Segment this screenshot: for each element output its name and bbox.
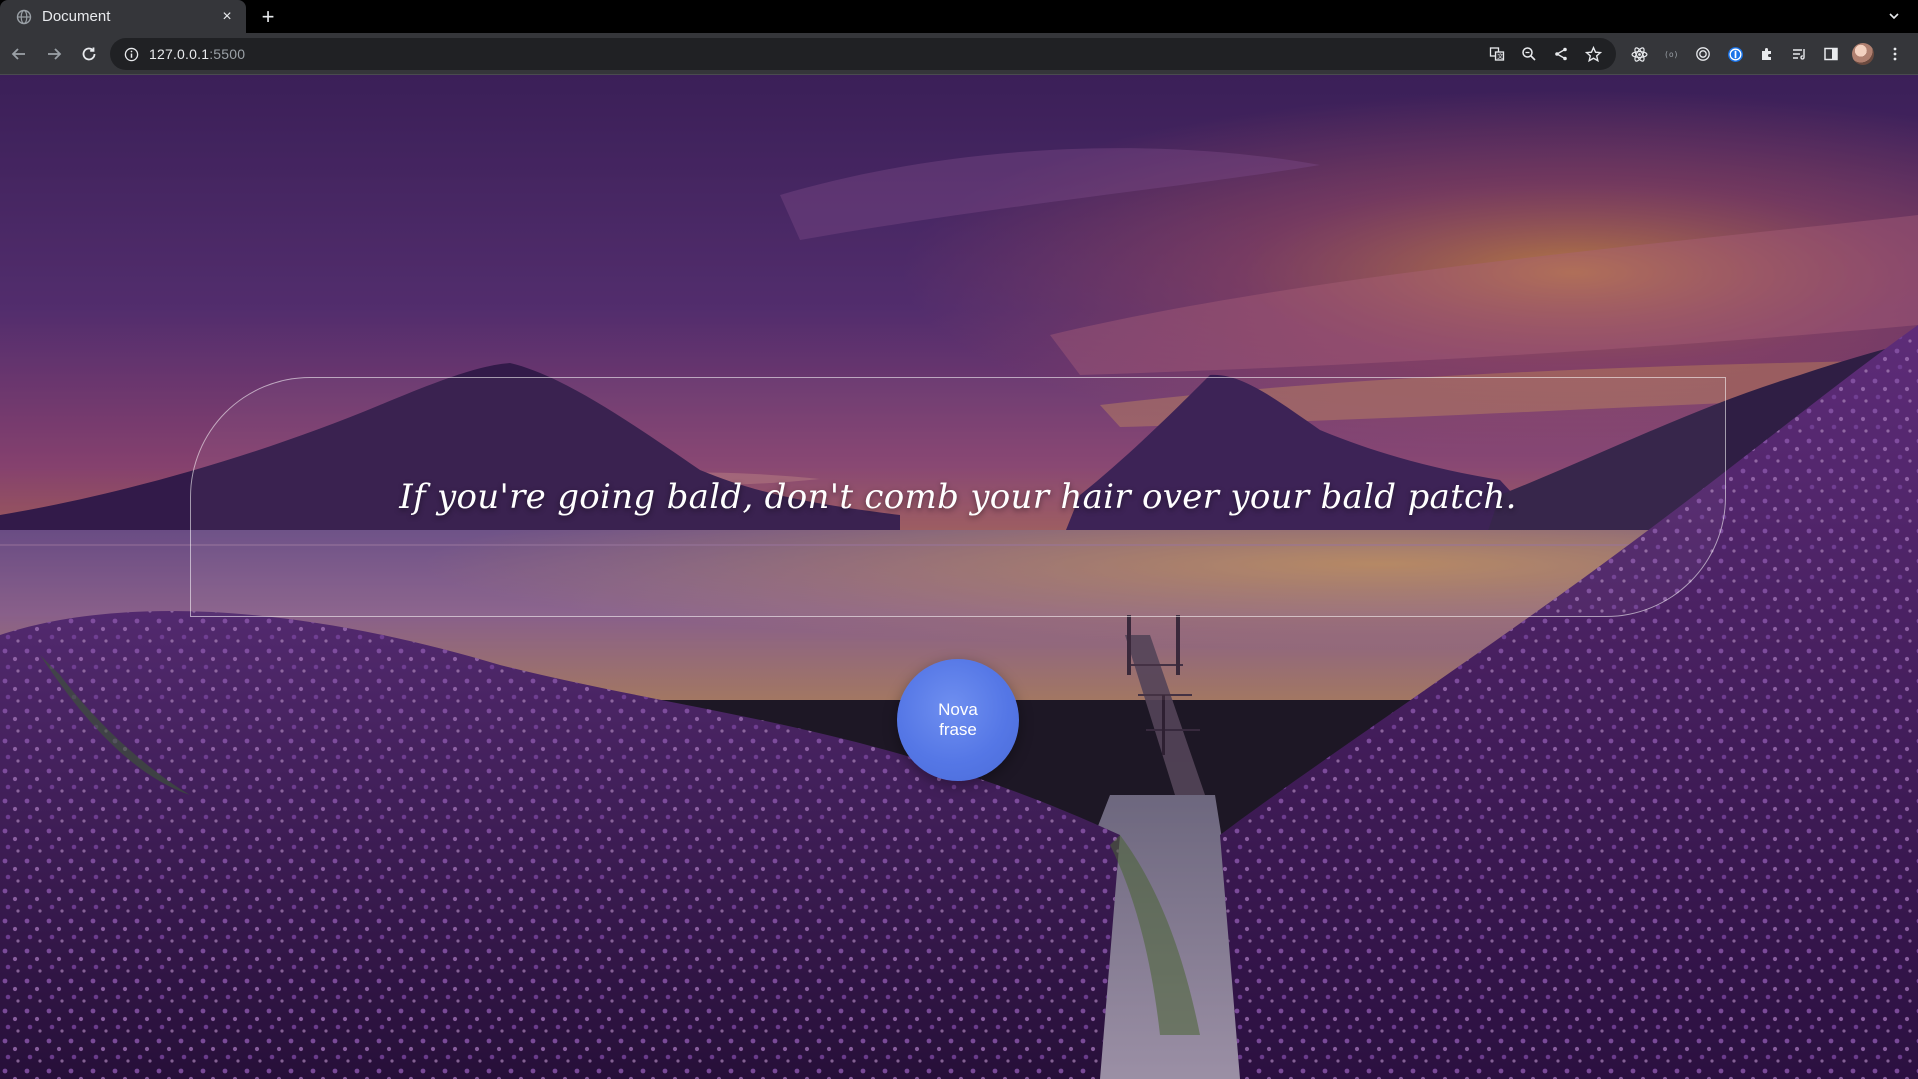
arrow-right-icon	[48, 47, 62, 60]
profile-avatar[interactable]	[1850, 41, 1876, 67]
translate-icon[interactable]: 文	[1484, 41, 1510, 67]
omnibox-actions: 文	[1484, 38, 1606, 70]
quote-text: If you're going bald, don't comb your ha…	[399, 477, 1517, 517]
back-button[interactable]	[3, 38, 35, 70]
react-devtools-icon[interactable]	[1626, 41, 1652, 67]
svg-text:文: 文	[1497, 53, 1503, 61]
reload-icon	[82, 47, 96, 60]
avatar	[1852, 43, 1874, 65]
url-host: 127.0.0.1	[149, 46, 210, 62]
puzzle-icon[interactable]	[1754, 41, 1780, 67]
url-port: :5500	[209, 46, 246, 62]
browser-toolbar: 127.0.0.1:5500 文 (o)	[0, 33, 1918, 75]
star-icon[interactable]	[1580, 41, 1606, 67]
extensions-area: (o)	[1626, 38, 1908, 70]
tab-document[interactable]: Document ×	[0, 0, 246, 33]
url-text: 127.0.0.1:5500	[149, 46, 245, 62]
svg-text:(o): (o)	[1664, 50, 1678, 59]
address-bar[interactable]: 127.0.0.1:5500 文	[110, 38, 1616, 70]
forward-button[interactable]	[38, 38, 70, 70]
globe-icon	[16, 9, 32, 24]
reload-button[interactable]	[73, 38, 105, 70]
new-quote-button[interactable]: Nova frase	[897, 659, 1019, 781]
new-tab-button[interactable]: +	[254, 3, 282, 31]
tab-search-icon[interactable]	[1884, 6, 1904, 26]
tab-title: Document	[42, 8, 111, 25]
menu-kebab-icon[interactable]	[1882, 41, 1908, 67]
page-viewport: If you're going bald, don't comb your ha…	[0, 75, 1918, 1079]
reading-list-icon[interactable]	[1786, 41, 1812, 67]
side-panel-icon[interactable]	[1818, 41, 1844, 67]
target-extension-icon[interactable]	[1690, 41, 1716, 67]
password-manager-icon[interactable]	[1722, 41, 1748, 67]
tab-strip: Document × +	[0, 0, 1918, 33]
close-tab-icon[interactable]: ×	[218, 8, 236, 26]
arrow-left-icon	[11, 47, 25, 60]
code-extension-icon[interactable]: (o)	[1658, 41, 1684, 67]
info-icon[interactable]	[124, 47, 139, 62]
zoom-icon[interactable]	[1516, 41, 1542, 67]
quote-card: If you're going bald, don't comb your ha…	[190, 377, 1726, 617]
share-icon[interactable]	[1548, 41, 1574, 67]
